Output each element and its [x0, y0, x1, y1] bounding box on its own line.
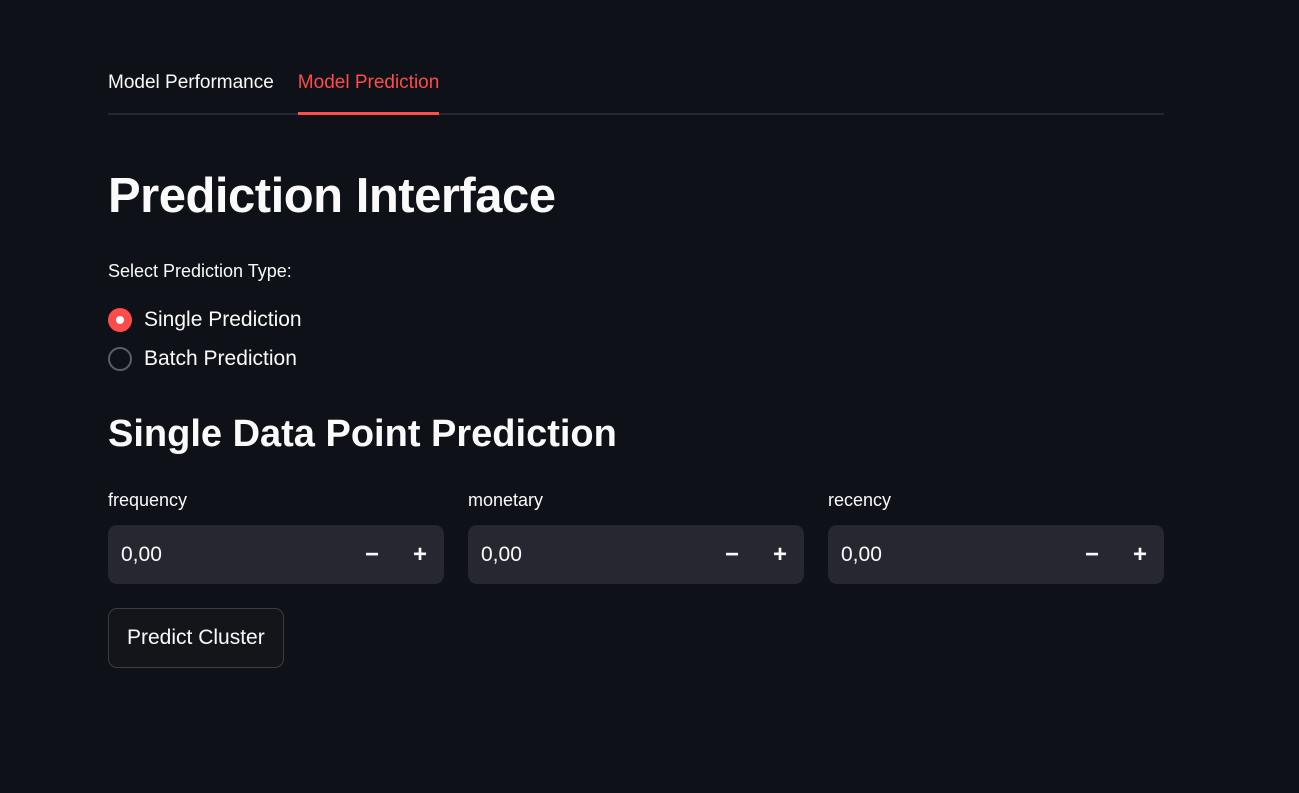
monetary-decrement-button[interactable]: − — [708, 525, 756, 584]
page-title: Prediction Interface — [108, 169, 556, 223]
recency-label: recency — [828, 490, 892, 510]
frequency-input[interactable] — [121, 542, 348, 567]
prediction-type-label: Select Prediction Type: — [108, 261, 292, 281]
recency-increment-button[interactable]: + — [1116, 525, 1164, 584]
prediction-type-radio-group: Single Prediction Batch Prediction — [108, 300, 302, 378]
radio-batch-prediction[interactable]: Batch Prediction — [108, 339, 302, 378]
frequency-number-input: − + — [108, 525, 444, 584]
tab-model-performance[interactable]: Model Performance — [108, 62, 274, 116]
tab-bar: Model Performance Model Prediction — [108, 62, 1164, 116]
recency-field: recency − + — [828, 485, 1164, 584]
recency-number-input: − + — [828, 525, 1164, 584]
radio-option-label: Single Prediction — [144, 307, 302, 331]
monetary-number-input: − + — [468, 525, 804, 584]
frequency-decrement-button[interactable]: − — [348, 525, 396, 584]
tab-model-prediction[interactable]: Model Prediction — [297, 62, 439, 116]
frequency-label: frequency — [108, 490, 188, 510]
radio-single-prediction[interactable]: Single Prediction — [108, 300, 302, 339]
monetary-input[interactable] — [481, 542, 708, 567]
section-title: Single Data Point Prediction — [108, 413, 617, 455]
predict-cluster-button[interactable]: Predict Cluster — [108, 608, 284, 668]
recency-decrement-button[interactable]: − — [1068, 525, 1116, 584]
radio-unchecked-icon[interactable] — [108, 346, 132, 371]
frequency-increment-button[interactable]: + — [396, 525, 444, 584]
monetary-increment-button[interactable]: + — [756, 525, 804, 584]
monetary-field: monetary − + — [468, 485, 804, 584]
recency-input[interactable] — [841, 542, 1068, 567]
monetary-label: monetary — [468, 490, 544, 510]
radio-option-label: Batch Prediction — [144, 346, 297, 370]
radio-checked-icon[interactable] — [108, 307, 132, 332]
frequency-field: frequency − + — [108, 485, 444, 584]
